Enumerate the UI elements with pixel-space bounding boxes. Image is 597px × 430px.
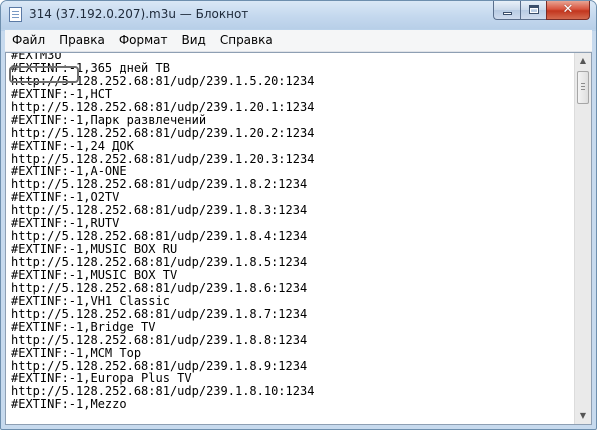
scroll-up-icon[interactable]: ▲ [575,53,591,69]
menu-help[interactable]: Справка [213,31,280,50]
window-controls: ✕ [493,1,590,21]
text-line: http://5.128.252.68:81/udp/239.1.5.20:12… [11,73,315,88]
text-line: #EXTINF:-1,НСТ [11,86,113,101]
text-line: http://5.128.252.68:81/udp/239.1.20.2:12… [11,125,315,140]
notepad-window: 314 (37.192.0.207).m3u — Блокнот ✕ Файл … [0,0,597,430]
menu-bar: Файл Правка Формат Вид Справка [5,30,592,52]
text-line: #EXTINF:-1,MCM Top [11,345,142,360]
text-line: #EXTINF:-1,Парк развлечений [11,112,207,127]
title-bar[interactable]: 314 (37.192.0.207).m3u — Блокнот ✕ [1,1,596,29]
menu-file[interactable]: Файл [5,31,52,50]
scroll-down-icon[interactable]: ▼ [575,408,591,424]
scroll-thumb[interactable] [577,71,589,104]
maximize-icon [529,5,539,14]
minimize-icon [503,12,512,15]
maximize-button[interactable] [520,1,546,20]
vertical-scrollbar[interactable]: ▲ ▼ [574,53,591,424]
text-line: http://5.128.252.68:81/udp/239.1.8.8:123… [11,332,308,347]
close-button[interactable]: ✕ [546,1,590,20]
text-line: http://5.128.252.68:81/udp/239.1.20.1:12… [11,99,315,114]
close-icon: ✕ [562,2,574,17]
text-line: #EXTINF:-1,MUSIC BOX TV [11,267,178,282]
menu-edit[interactable]: Правка [52,31,112,50]
grip-icon [581,83,585,84]
minimize-button[interactable] [493,1,520,20]
text-line: http://5.128.252.68:81/udp/239.1.8.5:123… [11,255,308,269]
text-line: #EXTINF:-1,Mezzo [11,397,127,412]
text-area[interactable]: #EXTM3U #EXTINF:-1,365 дней ТВ http://5.12… [6,53,574,424]
text-line: #EXTINF:-1,Bridge TV [11,319,156,334]
text-line: #EXTINF:-1,VH1 Classic [11,293,170,308]
text-line: http://5.128.252.68:81/udp/239.1.8.7:123… [11,306,308,321]
menu-view[interactable]: Вид [175,31,213,50]
menu-format[interactable]: Формат [112,31,175,50]
text-line: http://5.128.252.68:81/udp/239.1.8.6:123… [11,280,308,295]
window-title: 314 (37.192.0.207).m3u — Блокнот [29,7,249,21]
text-line: #EXTINF:-1,24 ДОК [11,138,134,153]
notepad-icon[interactable] [9,7,22,22]
text-line: #EXTINF:-1,365 дней ТВ [11,60,170,75]
editor[interactable]: #EXTM3U #EXTINF:-1,365 дней ТВ http://5.12… [5,52,592,425]
